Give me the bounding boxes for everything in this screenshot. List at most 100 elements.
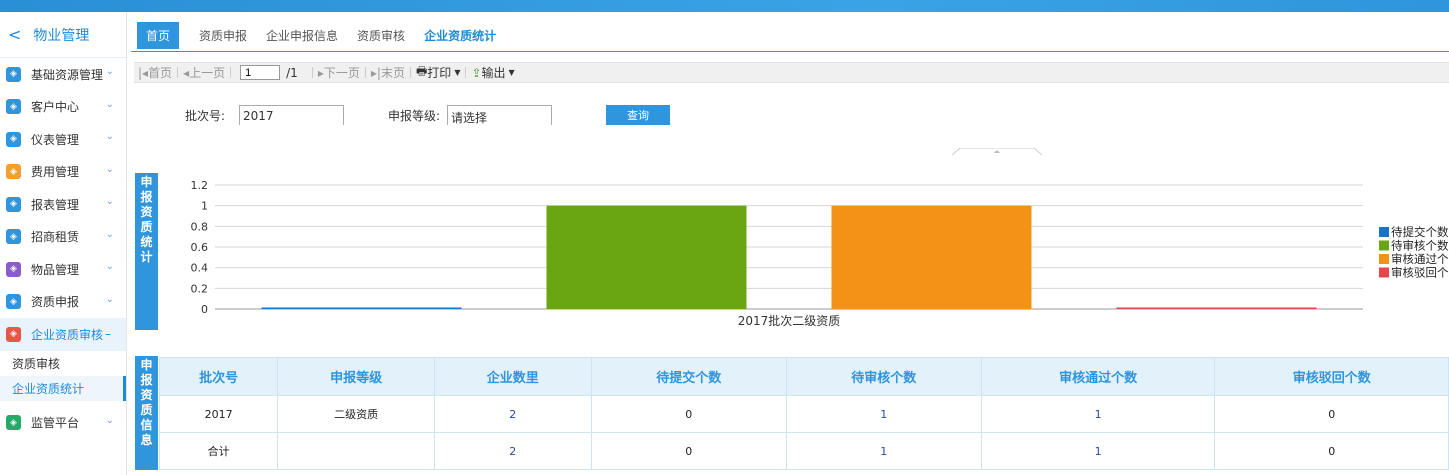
menu-icon: ◈ [6,229,21,245]
table-row: 2017 二级资质 2 0 1 1 0 [158,395,1449,433]
sidebar-item[interactable]: ◈ 基础资源管理 ⌄ [0,58,126,91]
legend-swatch [1379,227,1389,237]
table-cell: 0 [590,432,787,470]
table-cell: 2017 [158,395,279,433]
x-category-label: 2017批次二级资质 [738,313,841,328]
menu-icon: ◈ [6,66,21,82]
sidebar-item[interactable]: ◈ 报表管理 ⌄ [0,188,126,221]
legend-swatch [1379,254,1389,264]
column-header[interactable]: 审核通过个数 [980,357,1216,396]
printer-icon[interactable]: 🖶 [416,62,427,83]
chevron-down-icon[interactable]: ⌄ [106,99,114,110]
chevron-down-icon[interactable]: ⌄ [106,294,114,305]
column-header[interactable]: 申报等级 [277,357,435,396]
toolbar-divider [177,67,179,78]
tab-divider [131,51,1449,52]
export-button[interactable]: 输出 [482,64,506,81]
menu-icon: ◈ [6,131,21,147]
sidebar: < 物业管理 ◈ 基础资源管理 ⌄ ◈ 客户中心 ⌄ ◈ 仪表管理 ⌄ ◈ 费用管理 ⌄ ◈ 报表管理 ⌄ ◈… [0,12,127,475]
section-label-char: 息 [140,433,153,447]
print-button[interactable]: 打印 [427,64,451,81]
sidebar-subitem[interactable]: 资质审核 [0,351,126,376]
collapse-indicator[interactable]: – [105,327,111,341]
page-total: /1 [286,65,298,80]
table-cell[interactable]: 2 [433,395,592,433]
level-select[interactable]: 请选择 [447,105,552,125]
sidebar-item[interactable]: ◈ 招商租赁 ⌄ [0,221,126,254]
menu-item-label: 物品管理 [31,262,80,277]
legend-label: 审核驳回个数 [1391,266,1449,280]
chevron-down-icon[interactable]: ⌄ [106,415,114,426]
chevron-left-icon[interactable]: < [8,25,21,44]
sidebar-item-active-group[interactable]: ◈ 企业资质审核 – [0,318,126,351]
last-page-icon[interactable]: ▸| [371,66,381,80]
chevron-down-icon[interactable]: ⌄ [106,66,114,77]
chevron-down-icon[interactable]: ⌄ [106,261,114,272]
export-icon[interactable]: ⇪ [471,66,481,80]
chart-section-label: 申报资质统计 [135,173,158,330]
sidebar-menu: ◈ 基础资源管理 ⌄ ◈ 客户中心 ⌄ ◈ 仪表管理 ⌄ ◈ 费用管理 ⌄ ◈ 报表管理 ⌄ ◈ 招商租赁 ⌄ ◈ 物… [0,58,126,439]
chevron-down-icon[interactable]: ⌄ [106,131,114,142]
menu-item-label: 招商租赁 [31,230,80,245]
section-label-char: 统 [140,235,153,249]
tab[interactable]: 资质审核 [357,27,405,44]
collapse-handle[interactable] [952,148,1042,156]
sidebar-item[interactable]: ◈ 仪表管理 ⌄ [0,123,126,156]
pager-toolbar: |◂ 首页 ◂ 上一页 /1 ▸ 下一页 ▸| 末页 🖶 打印 ▼ ⇪ 输出 ▼ [134,62,1449,83]
column-header[interactable]: 待提交个数 [590,357,787,396]
sidebar-item[interactable]: ◈ 物品管理 ⌄ [0,253,126,286]
menu-icon: ◈ [6,294,21,310]
prev-page-button[interactable]: 上一页 [189,64,225,81]
toolbar-divider [230,67,232,78]
batch-input[interactable]: 2017 [239,105,344,125]
sidebar-item[interactable]: ◈ 客户中心 ⌄ [0,91,126,124]
legend-swatch [1379,240,1389,251]
summary-table: 批次号 申报等级 企业数里 待提交个数 待审核个数 审核通过个数 审核驳回个数 2017 二级… [158,357,1449,470]
menu-item-label: 客户中心 [31,100,80,115]
y-tick-label: 0.4 [191,262,209,275]
page-number-input[interactable] [240,65,281,80]
chevron-down-icon[interactable]: ⌄ [106,229,114,240]
toolbar-divider [311,67,313,78]
menu-item-label: 监管平台 [31,416,80,431]
column-header[interactable]: 待审核个数 [785,357,982,396]
column-header[interactable]: 审核驳回个数 [1214,357,1449,396]
table-cell: 0 [1214,432,1449,470]
chevron-down-icon[interactable]: ⌄ [106,196,114,207]
table-cell: 合计 [158,432,279,470]
toolbar-divider [409,67,411,78]
chevron-down-icon[interactable]: ⌄ [106,164,114,175]
next-page-button[interactable]: 下一页 [324,64,360,81]
sidebar-item[interactable]: ◈ 费用管理 ⌄ [0,156,126,189]
menu-item-label: 基础资源管理 [31,67,104,82]
sidebar-subitem[interactable]: 企业资质统计 [0,375,126,401]
section-label-char: 报 [140,373,153,387]
tab-bar: 首页 资质申报 企业申报信息 资质审核 企业资质统计 [137,21,515,49]
last-page-button[interactable]: 末页 [381,64,405,81]
y-tick-label: 1.2 [191,179,209,192]
section-label-char: 计 [140,250,153,264]
chevron-down-icon[interactable]: ▼ [509,68,515,77]
y-tick-label: 0.2 [191,282,209,295]
sidebar-item[interactable]: ◈ 资质申报 ⌄ [0,286,126,319]
chevron-down-icon[interactable]: ▼ [454,68,460,77]
column-header[interactable]: 批次号 [158,357,279,396]
tab[interactable]: 企业申报信息 [266,27,338,44]
tab[interactable]: 企业资质统计 [424,27,496,44]
column-header[interactable]: 企业数里 [433,357,592,396]
sidebar-item[interactable]: ◈ 监管平台 ⌄ [0,407,126,440]
first-page-button[interactable]: 首页 [148,64,172,81]
batch-label: 批次号: [185,109,226,123]
section-label-char: 申 [140,175,153,189]
table-cell[interactable]: 2 [433,432,592,470]
section-label-char: 资 [140,205,153,219]
first-page-icon[interactable]: |◂ [138,66,148,80]
tab[interactable]: 资质申报 [199,27,247,44]
tab[interactable]: 首页 [137,21,180,49]
table-header-row: 批次号 申报等级 企业数里 待提交个数 待审核个数 审核通过个数 审核驳回个数 [158,357,1449,396]
top-banner [0,0,1449,12]
query-button[interactable]: 查询 [606,105,670,125]
sidebar-header[interactable]: < 物业管理 [0,12,126,58]
legend-label: 审核通过个数 [1391,252,1449,266]
legend-label: 待审核个数 [1391,239,1449,253]
